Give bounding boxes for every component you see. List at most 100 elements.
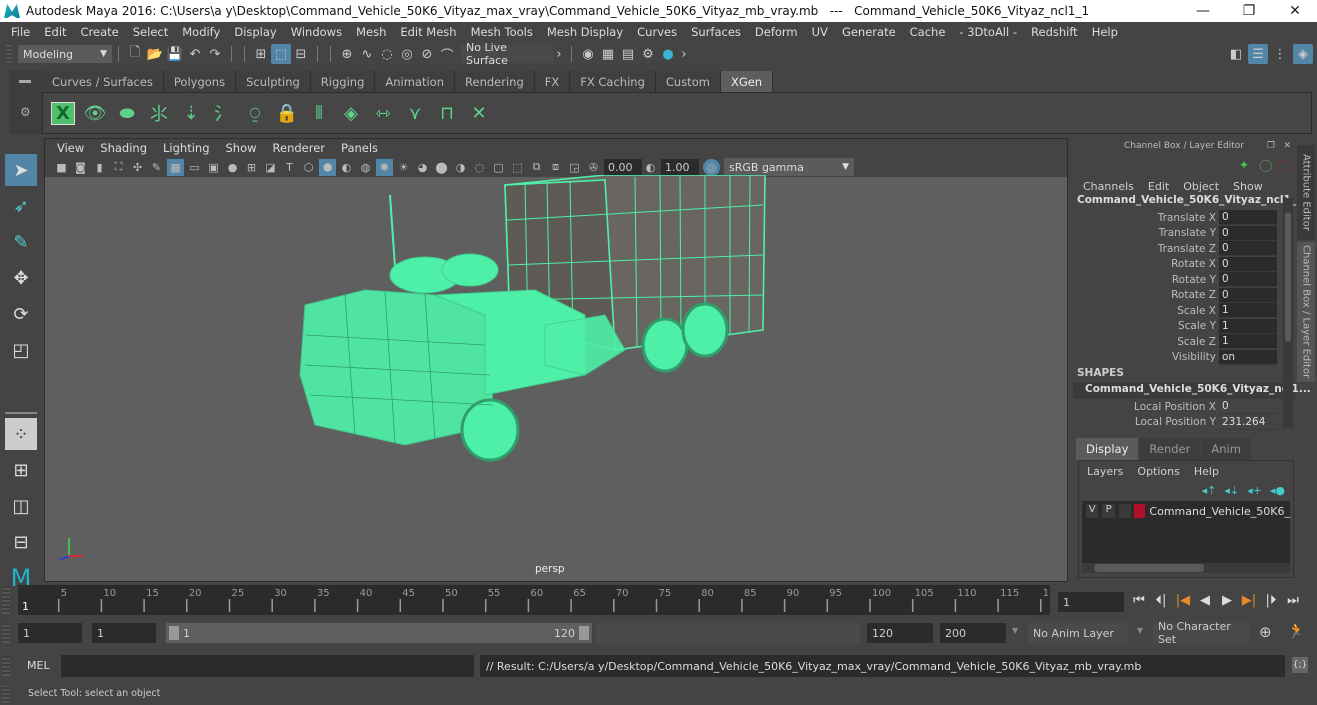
step-forward-frame-icon[interactable]: |⏵ (1260, 589, 1282, 611)
attr-value-field[interactable]: 0 (1219, 272, 1277, 288)
animation-end-field[interactable]: 200 (940, 623, 1006, 643)
menu-file[interactable]: File (4, 25, 37, 39)
xray-components-icon[interactable]: ⧈ (547, 159, 564, 176)
time-slider[interactable]: 15 10 15 20 25 30 35 40 45 50 55 60 65 70 75 80 85 90 95 10… (18, 585, 1050, 615)
tool-settings-icon[interactable]: ⋮ (1270, 44, 1290, 64)
range-slider[interactable]: 1 120 (166, 623, 592, 643)
layer-tab-anim[interactable]: Anim (1201, 438, 1251, 460)
safe-title-icon[interactable]: T (281, 159, 298, 176)
ipr-render-icon[interactable]: ▤ (618, 44, 638, 64)
shelf-tab-animation[interactable]: Animation (375, 71, 456, 92)
shelf-tab-rendering[interactable]: Rendering (455, 71, 535, 92)
attr-row-scale-y[interactable]: Scale Y1 (1073, 318, 1295, 335)
depth-of-field-icon[interactable]: ◌ (471, 159, 488, 176)
xray-joints-icon[interactable]: ⧉ (528, 159, 545, 176)
delete-guides-icon[interactable]: ✕ (463, 97, 495, 129)
current-frame-marker[interactable]: 1 (22, 600, 29, 613)
attr-value-field[interactable]: 0 (1219, 256, 1277, 272)
menu-windows[interactable]: Windows (284, 25, 349, 39)
viewport-menu-lighting[interactable]: Lighting (155, 141, 217, 155)
paint-select-tool-icon[interactable]: ✎ (5, 226, 37, 258)
grease-pencil-icon[interactable]: ✎ (148, 159, 165, 176)
menu-surfaces[interactable]: Surfaces (684, 25, 748, 39)
play-forwards-icon[interactable]: ▶ (1216, 589, 1238, 611)
channel-box-layer-editor-tab[interactable]: Channel Box / Layer Editor (1297, 242, 1315, 382)
menu-curves[interactable]: Curves (630, 25, 684, 39)
attr-row-visibility[interactable]: Visibility on (1073, 349, 1295, 366)
layer-list-hscrollbar[interactable] (1082, 563, 1290, 573)
attr-row-translate-z[interactable]: Translate Z0 (1073, 241, 1295, 257)
scale-tool-icon[interactable]: ◰ (5, 334, 37, 366)
menu-mesh[interactable]: Mesh (349, 25, 393, 39)
guide-length-icon[interactable]: ⇿ (367, 97, 399, 129)
character-set-dropdown[interactable]: No Character Set (1153, 620, 1249, 646)
lock-guides-icon[interactable]: 🔒 (271, 97, 303, 129)
single-perspective-layout-icon[interactable]: ⁘ (5, 418, 37, 450)
menu-help[interactable]: Help (1085, 25, 1125, 39)
go-to-start-icon[interactable]: ⏮ (1128, 589, 1150, 611)
resolution-gate-icon[interactable]: ▣ (205, 159, 222, 176)
menu-mesh-display[interactable]: Mesh Display (540, 25, 630, 39)
2d-pan-zoom-icon[interactable]: ✣ (129, 159, 146, 176)
speed-icon[interactable]: ◯ (1259, 158, 1272, 172)
attr-row-scale-x[interactable]: Scale X1 (1073, 303, 1295, 319)
modeling-toolkit-icon[interactable]: ◧ (1226, 44, 1246, 64)
attr-value-field[interactable]: 1 (1219, 303, 1277, 319)
attr-value-field[interactable]: 0 (1219, 399, 1277, 415)
redo-icon[interactable]: ↷ (205, 44, 225, 64)
attr-value-field[interactable]: 0 (1219, 287, 1277, 303)
add-guides-icon[interactable]: ⺢ (143, 97, 175, 129)
attr-row-translate-y[interactable]: Translate Y0 (1073, 225, 1295, 242)
shadows-icon[interactable]: ☀ (395, 159, 412, 176)
chevron-down-icon[interactable]: ▼ (1137, 626, 1143, 635)
viewport-menu-panels[interactable]: Panels (333, 141, 386, 155)
attr-row-local-position-x[interactable]: Local Position X0 (1073, 399, 1295, 415)
guide-region-icon[interactable]: ⊓ (431, 97, 463, 129)
menu-edit[interactable]: Edit (37, 25, 73, 39)
script-editor-icon[interactable]: {;} (1292, 657, 1308, 673)
shelf-tab-custom[interactable]: Custom (655, 71, 721, 92)
script-language-toggle[interactable]: MEL (27, 659, 50, 672)
select-guides-icon[interactable]: ⋎ (399, 97, 431, 129)
attribute-editor-tab[interactable]: Attribute Editor (1297, 145, 1315, 240)
attr-value-field[interactable]: 231.264 (1219, 415, 1277, 430)
cb-menu-edit[interactable]: Edit (1148, 180, 1169, 193)
object-name[interactable]: Command_Vehicle_50K6_Vityaz_ncl1_1 (1073, 194, 1303, 210)
shelf-tab-rigging[interactable]: Rigging (310, 71, 376, 92)
layer-menu-help[interactable]: Help (1194, 465, 1219, 478)
current-frame-field[interactable]: 1 (1058, 592, 1124, 612)
step-back-frame-icon[interactable]: ⏴| (1150, 589, 1172, 611)
viewport-menu-view[interactable]: View (49, 141, 92, 155)
menu-cache[interactable]: Cache (903, 25, 953, 39)
shape-name[interactable]: Command_Vehicle_50K6_Vityaz_ncl1... (1073, 383, 1311, 399)
menu-create[interactable]: Create (74, 25, 126, 39)
attr-value-field[interactable]: 0 (1219, 225, 1277, 241)
preview-hidden-icon[interactable]: ⬬ (111, 97, 143, 129)
film-gate-icon[interactable]: ▭ (186, 159, 203, 176)
attr-row-rotate-x[interactable]: Rotate X0 (1073, 256, 1295, 273)
snap-surface-icon[interactable]: ⌒ (437, 44, 457, 64)
time-slider-grip[interactable] (2, 586, 10, 614)
auto-key-icon[interactable]: ⊕ (1259, 623, 1272, 641)
exposure-field[interactable]: 0.00 (604, 159, 642, 175)
viewport-menu-shading[interactable]: Shading (92, 141, 155, 155)
image-plane-icon[interactable]: ⛶ (110, 159, 127, 176)
select-by-component-icon[interactable]: ⊟ (291, 44, 311, 64)
close-panel-icon[interactable]: ✕ (1283, 141, 1291, 151)
color-space-dropdown[interactable]: sRGB gamma ▼ (724, 158, 854, 176)
shelf-tab-fx-caching[interactable]: FX Caching (570, 71, 656, 92)
safe-action-icon[interactable]: ◪ (262, 159, 279, 176)
maximize-button[interactable]: ❐ (1226, 0, 1272, 22)
shelf-tab-fx[interactable]: FX (534, 71, 571, 92)
rotate-tool-icon[interactable]: ⟳ (5, 298, 37, 330)
command-input[interactable] (61, 655, 474, 677)
show-guides-icon[interactable]: ⍜ (239, 97, 271, 129)
preview-visible-icon[interactable]: 👁 (79, 97, 111, 129)
select-by-hierarchy-icon[interactable]: ⊞ (251, 44, 271, 64)
channel-box-toggle-icon[interactable]: ◈ (1293, 44, 1313, 64)
snap-view-plane-icon[interactable]: ◎ (397, 44, 417, 64)
scrollbar-thumb[interactable] (1285, 212, 1291, 342)
hypershade-icon[interactable]: ● (658, 44, 678, 64)
step-forward-key-icon[interactable]: ▶| (1238, 589, 1260, 611)
isolate-select-icon[interactable]: ⬚ (509, 159, 526, 176)
